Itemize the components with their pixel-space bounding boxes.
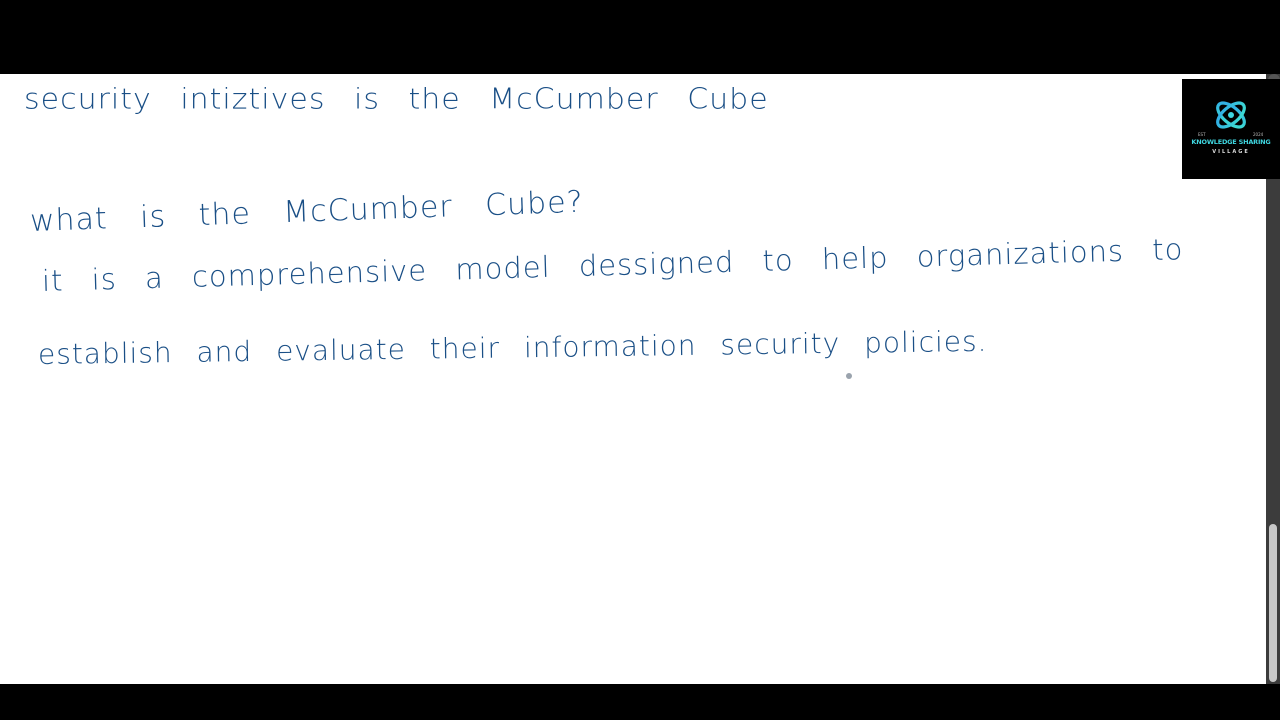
top-letterbox-bar bbox=[0, 0, 1280, 74]
whiteboard-canvas[interactable]: security intiztives is the McCumber Cube… bbox=[0, 74, 1266, 684]
atom-orbit-icon bbox=[1216, 101, 1246, 129]
handwritten-line-3: it is a comprehensive model dessigned to… bbox=[41, 232, 1184, 298]
pen-cursor bbox=[846, 373, 852, 379]
handwritten-line-1: security intiztives is the McCumber Cube bbox=[24, 82, 769, 117]
handwritten-line-2: what is the McCumber Cube? bbox=[29, 184, 585, 239]
scrollbar-thumb[interactable] bbox=[1269, 524, 1277, 682]
bottom-letterbox-bar bbox=[0, 684, 1280, 720]
handwritten-line-4: establish and evaluate their information… bbox=[37, 324, 988, 371]
logo-title: KNOWLEDGE SHARING bbox=[1191, 138, 1271, 146]
logo-subtitle: VILLAGE bbox=[1212, 149, 1250, 155]
logo-year-label: 2024 bbox=[1253, 132, 1264, 137]
logo-est-label: EST bbox=[1198, 132, 1206, 137]
channel-logo: EST 2024 KNOWLEDGE SHARING VILLAGE bbox=[1182, 79, 1280, 179]
